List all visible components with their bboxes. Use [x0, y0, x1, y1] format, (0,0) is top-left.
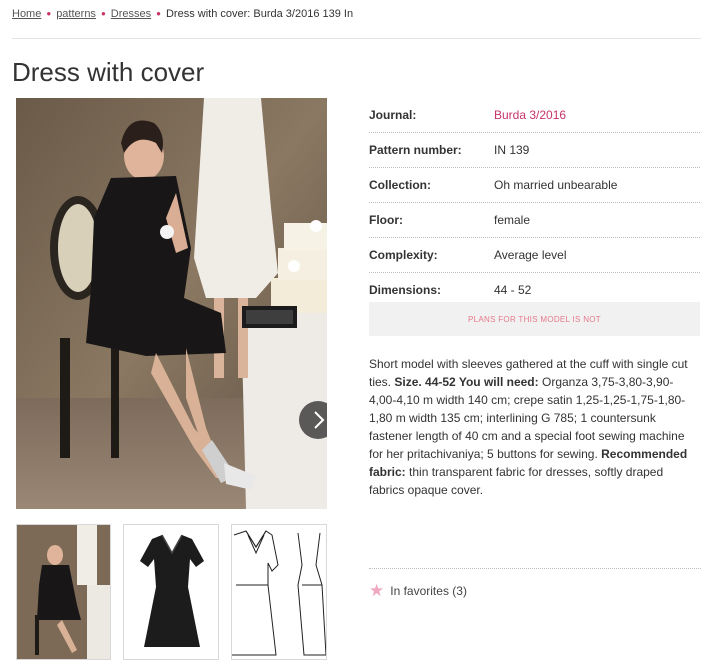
divider	[12, 38, 701, 39]
breadcrumb-separator: ●	[46, 9, 52, 18]
description-size-label: Size. 44-52 You will need:	[394, 375, 539, 389]
breadcrumb-link-home[interactable]: Home	[12, 8, 41, 20]
star-icon: ★	[369, 581, 385, 600]
detail-value: Average level	[494, 248, 567, 262]
thumbnail-technical-drawing-image	[232, 525, 326, 659]
detail-row-collection: Collection: Oh married unbearable	[369, 168, 700, 203]
breadcrumb-separator: ●	[156, 9, 161, 18]
description-fabric: thin transparent fabric for dresses, sof…	[369, 465, 664, 497]
detail-label: Journal:	[369, 108, 417, 122]
main-photo-illustration	[16, 98, 327, 509]
detail-row-journal: Journal: Burda 3/2016	[369, 98, 700, 133]
detail-label: Floor:	[369, 213, 403, 227]
pattern-details: Journal: Burda 3/2016 Pattern number: IN…	[369, 98, 700, 308]
detail-value: 44 - 52	[494, 283, 532, 297]
main-product-photo[interactable]	[16, 98, 327, 509]
breadcrumb-link-dresses[interactable]: Dresses	[111, 8, 151, 20]
detail-value: female	[494, 213, 531, 227]
journal-link[interactable]: Burda 3/2016	[494, 108, 566, 122]
favorites-label: In favorites (3)	[390, 583, 467, 598]
thumbnail-photo[interactable]	[16, 524, 111, 660]
thumbnail-dress[interactable]	[123, 524, 219, 660]
detail-value: IN 139	[494, 143, 530, 157]
pattern-description: Short model with sleeves gathered at the…	[369, 355, 700, 499]
next-image-button[interactable]	[299, 401, 327, 439]
detail-row-floor: Floor: female	[369, 203, 700, 238]
detail-row-pattern-number: Pattern number: IN 139	[369, 133, 700, 168]
detail-row-complexity: Complexity: Average level	[369, 238, 700, 273]
breadcrumb-link-patterns[interactable]: patterns	[56, 8, 96, 20]
detail-value: Oh married unbearable	[494, 178, 618, 192]
breadcrumb: Home ● patterns ● Dresses ● Dress with cover: …	[12, 8, 353, 20]
detail-label: Dimensions:	[369, 283, 442, 297]
chevron-right-icon	[314, 411, 325, 429]
favorites-button[interactable]: ★ In favorites (3)	[369, 582, 467, 599]
breadcrumb-current: Dress with cover: Burda 3/2016 139 In	[165, 8, 354, 20]
detail-label: Collection:	[369, 178, 431, 192]
thumbnail-dress-image	[124, 525, 218, 659]
detail-label: Complexity:	[369, 248, 438, 262]
breadcrumb-separator: ●	[100, 9, 106, 18]
page-title: Dress with cover	[12, 57, 205, 87]
detail-label: Pattern number:	[369, 143, 462, 157]
plans-unavailable-button[interactable]: PLANS FOR THIS MODEL IS NOT	[369, 302, 700, 336]
thumbnail-technical-drawing[interactable]	[231, 524, 327, 660]
divider	[369, 568, 701, 569]
thumbnail-photo-image	[17, 525, 110, 659]
